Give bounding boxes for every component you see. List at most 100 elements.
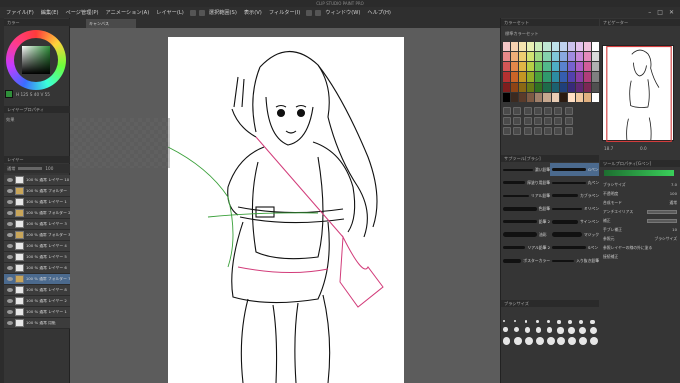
color-swatch[interactable] bbox=[575, 92, 583, 102]
brush-size-option[interactable] bbox=[524, 320, 528, 323]
canvas-tab[interactable]: キャンバス bbox=[86, 19, 136, 28]
color-swatch[interactable] bbox=[559, 52, 567, 62]
layer-row[interactable]: 100 % 通常 レイヤー 1 bbox=[4, 307, 70, 318]
antialias-selector[interactable] bbox=[647, 209, 677, 214]
layer-row[interactable]: 100 % 通常 フォルダー 3 bbox=[4, 230, 70, 241]
color-swatch[interactable] bbox=[503, 62, 511, 72]
layer-row[interactable]: 100 % 通常 レイヤー 6 bbox=[4, 263, 70, 274]
color-swatch[interactable] bbox=[567, 52, 575, 62]
layer-row[interactable]: 100 % 通常 レイヤー 8 bbox=[4, 285, 70, 296]
eye-icon[interactable] bbox=[7, 189, 13, 193]
brush-item[interactable]: カブラペン bbox=[550, 189, 599, 202]
color-swatch[interactable] bbox=[527, 62, 535, 72]
color-swatch[interactable] bbox=[575, 62, 583, 72]
brush-size-option[interactable] bbox=[503, 327, 508, 333]
saturation-value-square[interactable] bbox=[22, 46, 50, 74]
prop-row[interactable]: アンチエイリアス bbox=[600, 207, 680, 216]
color-swatch[interactable] bbox=[535, 82, 543, 92]
brush-item[interactable]: 厚塗り用鉛筆 bbox=[501, 176, 550, 189]
layer-row[interactable]: 100 % 通常 フォルダー bbox=[4, 186, 70, 197]
eye-icon[interactable] bbox=[7, 321, 13, 325]
color-swatch[interactable] bbox=[527, 92, 535, 102]
color-swatch[interactable] bbox=[519, 42, 527, 52]
color-swatch[interactable] bbox=[511, 72, 519, 82]
color-swatch[interactable] bbox=[551, 82, 559, 92]
color-swatch[interactable] bbox=[559, 82, 567, 92]
blend-tool-icon[interactable] bbox=[503, 127, 511, 135]
brush-item[interactable]: Sペン bbox=[550, 241, 599, 254]
brush-size-option[interactable] bbox=[546, 327, 553, 334]
brush-size-option[interactable] bbox=[524, 337, 533, 346]
color-swatch[interactable] bbox=[551, 52, 559, 62]
layer-row[interactable]: 100 % 通常 レイヤー 2 bbox=[4, 296, 70, 307]
menu-edit[interactable]: 編集(E) bbox=[38, 9, 62, 16]
brush-item[interactable]: リアル鉛筆 2 bbox=[501, 241, 550, 254]
brush-size-option[interactable] bbox=[513, 327, 519, 333]
color-swatch[interactable] bbox=[583, 92, 591, 102]
ruler-tool-icon[interactable] bbox=[513, 127, 522, 135]
pen-tool-icon[interactable] bbox=[503, 107, 511, 115]
color-swatch[interactable] bbox=[543, 52, 551, 62]
brush-size-option[interactable] bbox=[503, 337, 511, 345]
color-swatch[interactable] bbox=[527, 52, 535, 62]
navigator-angle[interactable]: 0.0 bbox=[640, 146, 647, 151]
main-color-swatch[interactable] bbox=[5, 90, 13, 98]
layer-row-selected[interactable]: 100 % 通常 フォルダー 7 bbox=[4, 274, 70, 285]
brush-size-option[interactable] bbox=[557, 337, 566, 346]
color-swatch[interactable] bbox=[503, 82, 511, 92]
color-swatch[interactable] bbox=[519, 62, 527, 72]
eye-icon[interactable] bbox=[7, 211, 13, 215]
color-swatch[interactable] bbox=[543, 82, 551, 92]
brush-size-option[interactable] bbox=[557, 320, 561, 324]
decoration-tool-icon[interactable] bbox=[554, 127, 563, 135]
select-tool-icon[interactable] bbox=[513, 117, 522, 125]
brush-size-option[interactable] bbox=[590, 320, 595, 325]
brush-size-option[interactable] bbox=[503, 320, 505, 322]
brush-size-option[interactable] bbox=[535, 337, 544, 346]
eye-icon[interactable] bbox=[7, 200, 13, 204]
prop-value[interactable]: 10 bbox=[672, 227, 677, 232]
layer-row[interactable]: 100 % 通常 レイヤー 10 bbox=[4, 175, 70, 186]
brush-size-option[interactable] bbox=[535, 320, 539, 323]
menu-page[interactable]: ページ管理(P) bbox=[63, 9, 102, 16]
color-swatch[interactable] bbox=[583, 72, 591, 82]
color-swatch[interactable] bbox=[591, 42, 599, 52]
color-swatch[interactable] bbox=[511, 42, 519, 52]
brush-size-option[interactable] bbox=[546, 337, 555, 346]
frame-tool-icon[interactable] bbox=[523, 127, 532, 135]
undo-icon[interactable] bbox=[189, 9, 196, 16]
eye-icon[interactable] bbox=[7, 310, 13, 314]
brush-size-option[interactable] bbox=[546, 320, 550, 324]
tool-icon[interactable] bbox=[315, 9, 322, 16]
color-swatch[interactable] bbox=[591, 82, 599, 92]
color-swatch[interactable] bbox=[511, 52, 519, 62]
color-swatch[interactable] bbox=[527, 42, 535, 52]
brush-item-selected[interactable]: Gペン bbox=[550, 163, 599, 176]
eye-icon[interactable] bbox=[7, 299, 13, 303]
prop-value[interactable]: 通常 bbox=[669, 200, 677, 206]
brush-size-option[interactable] bbox=[590, 337, 599, 346]
color-swatch[interactable] bbox=[567, 72, 575, 82]
color-swatch[interactable] bbox=[583, 52, 591, 62]
minimize-icon[interactable]: – bbox=[648, 9, 651, 16]
eraser-tool-icon[interactable] bbox=[544, 107, 553, 115]
drawing-canvas[interactable] bbox=[167, 37, 404, 383]
color-swatch[interactable] bbox=[551, 42, 559, 52]
color-swatch[interactable] bbox=[583, 82, 591, 92]
color-swatch[interactable] bbox=[591, 62, 599, 72]
brush-size-option[interactable] bbox=[568, 337, 577, 346]
brush-size-option[interactable] bbox=[568, 327, 575, 334]
brush-size-option[interactable] bbox=[579, 337, 588, 346]
brush-size-option[interactable] bbox=[513, 337, 522, 346]
color-wheel[interactable] bbox=[6, 30, 66, 90]
color-swatch[interactable] bbox=[511, 62, 519, 72]
brush-tool-icon[interactable] bbox=[523, 107, 532, 115]
redo-icon[interactable] bbox=[198, 9, 205, 16]
color-swatch[interactable] bbox=[551, 72, 559, 82]
color-swatch-grid[interactable] bbox=[503, 42, 599, 102]
navigator-zoom[interactable]: 18.7 bbox=[604, 146, 613, 151]
navigator-preview[interactable] bbox=[602, 45, 674, 143]
color-swatch[interactable] bbox=[535, 42, 543, 52]
lasso-tool-icon[interactable] bbox=[523, 117, 532, 125]
menu-filter[interactable]: フィルター(I) bbox=[266, 9, 303, 16]
